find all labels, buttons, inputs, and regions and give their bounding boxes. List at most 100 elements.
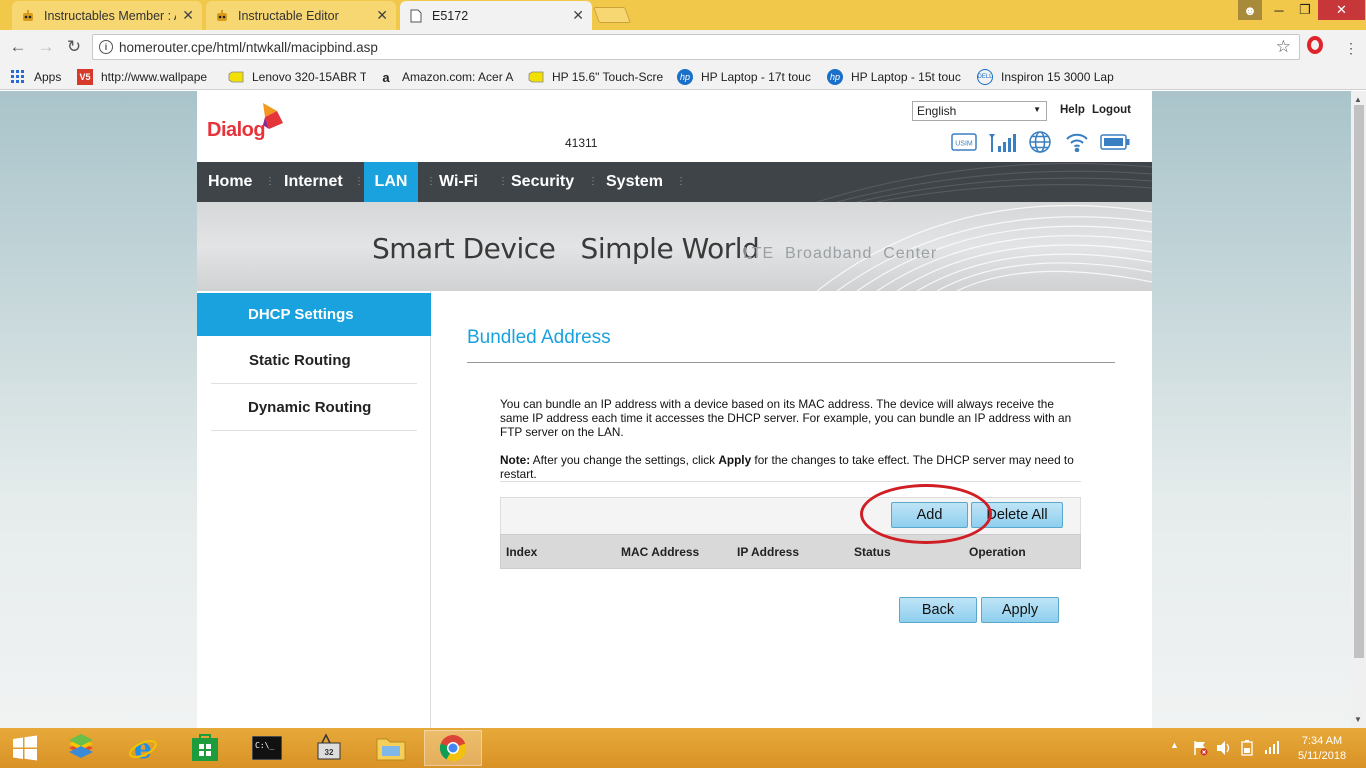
back-button[interactable]: Back [899,597,977,623]
action-center-flag-icon[interactable] [1192,740,1208,759]
tab-e5172[interactable]: E5172 ✕ [400,1,592,30]
apps-grid-icon [10,69,26,85]
svg-text:C:\_: C:\_ [255,741,274,750]
tab-instructable-editor[interactable]: Instructable Editor ✕ [206,1,396,30]
language-value: English [917,104,957,118]
nav-home[interactable]: Home [197,162,263,202]
page-scrollbar[interactable]: ▲ ▼ [1351,91,1366,728]
command-prompt-icon[interactable]: C:\_ [238,730,296,766]
bookmark-inspiron[interactable]: DELL Inspiron 15 3000 Lap [977,68,1115,86]
tab-title: E5172 [432,8,469,23]
bookmark-label: http://www.wallpape [101,70,208,84]
banner-slogan: Smart Device Simple World [372,232,760,265]
close-icon[interactable]: ✕ [376,7,388,24]
battery-power-icon[interactable] [1240,740,1254,759]
reload-icon[interactable]: ↻ [63,37,85,57]
bookmark-hp-15t[interactable]: hp HP Laptop - 15t touc [827,68,965,86]
dialog-logo-mark [263,103,283,129]
windows-store-icon[interactable] [176,730,234,766]
help-link[interactable]: Help [1060,104,1085,116]
tab-title: Instructables Member : A [44,8,177,23]
nav-system[interactable]: System [595,162,674,202]
tab-instructables-member[interactable]: Instructables Member : A ✕ [12,1,202,30]
slogan-banner: Smart Device Simple World LTE Broadband … [197,202,1152,291]
note-part1: After you change the settings, click [530,453,719,467]
bookmark-amazon[interactable]: a Amazon.com: Acer A [378,68,516,86]
bluestacks-icon[interactable] [52,730,110,766]
bookmark-hp-touchscreen[interactable]: HP 15.6" Touch-Scre [528,68,664,86]
close-icon[interactable]: ✕ [182,7,194,24]
red-annotation-circle [860,484,992,544]
page-title: Bundled Address [467,327,611,348]
apply-button[interactable]: Apply [981,597,1059,623]
v5-icon: V5 [77,69,93,85]
scroll-down-icon[interactable]: ▼ [1354,715,1362,724]
bookmark-wallpaper[interactable]: V5 http://www.wallpape [77,68,215,86]
svg-text:32: 32 [325,748,334,757]
bookmark-hp-17t[interactable]: hp HP Laptop - 17t touc [677,68,815,86]
device-id: 41311 [565,136,598,150]
nav-separator: ⋮ [676,176,686,187]
sidebar-item-static-routing[interactable]: Static Routing [197,339,431,383]
bookmarks-bar: Apps V5 http://www.wallpape Lenovo 320-1… [0,64,1366,90]
page-icon [408,8,424,24]
logout-link[interactable]: Logout [1092,104,1131,116]
clock-date: 5/11/2018 [1297,750,1347,762]
dialog-logo: Dialog [207,103,287,143]
amazon-icon: a [382,69,390,85]
new-tab-button[interactable] [593,7,631,23]
bookmark-apps[interactable]: Apps [10,68,70,86]
more-menu-icon[interactable]: ⋮ [1344,40,1358,57]
nav-lan[interactable]: LAN [364,162,418,202]
close-icon[interactable]: ✕ [572,7,584,24]
address-bar[interactable]: i homerouter.cpe/html/ntwkall/macipbind.… [92,34,1300,60]
show-hidden-icons[interactable]: ▲ [1170,740,1179,750]
wifi-icon [1065,131,1089,153]
clock-time: 7:34 AM [1301,735,1343,747]
windows-start-icon[interactable] [0,730,50,766]
bookmark-label: Inspiron 15 3000 Lap [1001,70,1114,84]
instructables-robot-icon [20,8,36,24]
language-select[interactable]: English ▼ [912,101,1047,121]
sidebar-item-dhcp-settings[interactable]: DHCP Settings [197,293,431,336]
note-divider [500,481,1081,482]
bookmark-label: HP 15.6" Touch-Scre [552,70,664,84]
internet-explorer-icon[interactable]: e [114,730,172,766]
svg-text:USIM: USIM [955,141,973,148]
nav-swoosh-decoration [816,163,1152,202]
file-explorer-icon[interactable] [362,730,420,766]
nav-internet[interactable]: Internet [273,162,354,202]
network-signal-icon[interactable] [1264,740,1280,757]
system-clock[interactable]: 7:34 AM 5/11/2018 [1290,734,1354,764]
window-close-icon[interactable]: ✕ [1318,0,1365,20]
user-profile-icon[interactable]: ☻ [1238,0,1262,20]
bookmark-label: Lenovo 320-15ABR T [252,70,366,84]
usim-icon: USIM [951,131,977,153]
browser-tabstrip: Instructables Member : A ✕ Instructable … [0,0,1366,30]
opera-extension-icon[interactable] [1307,36,1323,54]
back-arrow-icon[interactable]: ← [7,37,29,57]
col-mac-address: MAC Address [621,545,700,559]
scrollbar-thumb[interactable] [1354,105,1364,658]
dosbox-icon[interactable]: 32 [300,730,358,766]
info-icon[interactable]: i [99,40,113,54]
sidebar-item-dynamic-routing[interactable]: Dynamic Routing [197,386,431,430]
bookmark-lenovo[interactable]: Lenovo 320-15ABR T [228,68,366,86]
lan-sidebar: DHCP Settings Static Routing Dynamic Rou… [197,291,431,728]
windows-taskbar: e C:\_ 32 ▲ 7:34 AM 5/11/2018 [0,728,1366,768]
restore-icon[interactable]: ❐ [1292,0,1318,20]
chrome-icon[interactable] [424,730,482,766]
svg-text:e: e [134,733,152,763]
forward-arrow-icon[interactable]: → [35,37,57,57]
router-admin-page: Dialog 41311 English ▼ Help Logout USIM … [197,91,1152,728]
volume-icon[interactable] [1216,740,1232,759]
bookmark-star-icon[interactable]: ☆ [1276,37,1291,57]
nav-security[interactable]: Security [500,162,585,202]
battery-icon [1099,131,1131,153]
hp-icon: hp [677,69,693,85]
url-text[interactable]: homerouter.cpe/html/ntwkall/macipbind.as… [119,40,378,55]
scroll-up-icon[interactable]: ▲ [1354,95,1362,104]
col-ip-address: IP Address [737,545,800,559]
nav-wifi[interactable]: Wi-Fi [428,162,489,202]
minimize-icon[interactable]: ─ [1266,0,1292,20]
